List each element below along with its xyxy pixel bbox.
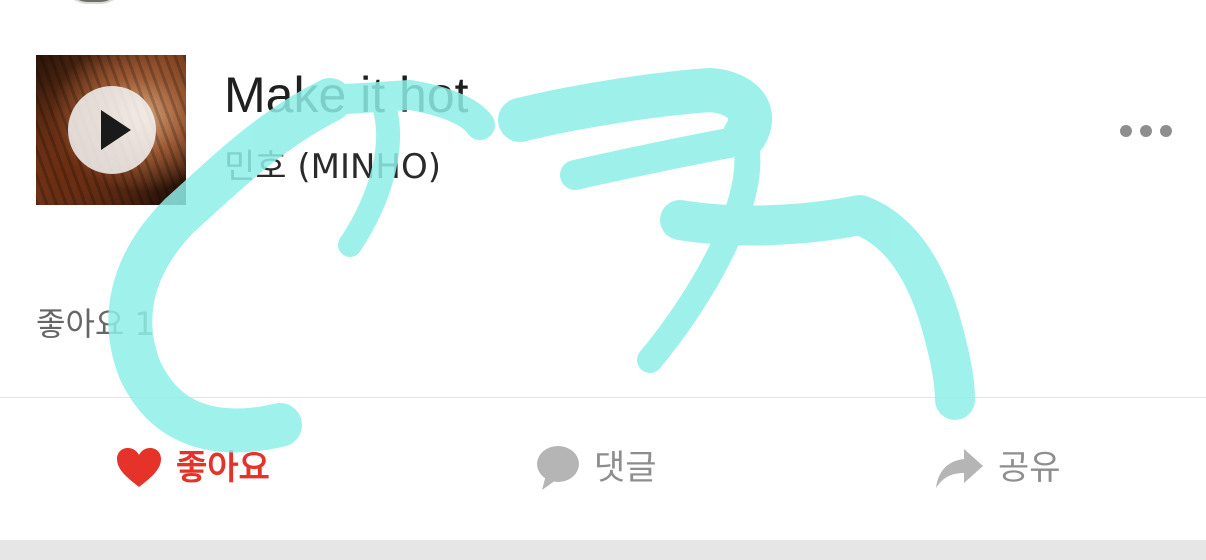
- share-button[interactable]: 공유: [934, 440, 1061, 496]
- play-button[interactable]: [68, 86, 156, 174]
- music-post-card: Make it hot 민호 (MINHO) 좋아요 1 좋아요 댓글 공유: [0, 0, 1206, 540]
- like-label: 좋아요: [176, 448, 270, 488]
- artist-name[interactable]: 민호 (MINHO): [224, 150, 441, 184]
- share-label: 공유: [998, 448, 1061, 488]
- likes-count[interactable]: 좋아요 1: [36, 308, 155, 340]
- play-icon: [101, 110, 131, 150]
- song-title[interactable]: Make it hot: [224, 70, 469, 120]
- more-options-icon: [1120, 125, 1172, 137]
- comment-button[interactable]: 댓글: [536, 440, 657, 496]
- album-art[interactable]: [36, 55, 186, 205]
- more-options-button[interactable]: [1118, 119, 1174, 143]
- heart-icon: [117, 448, 161, 487]
- comment-label: 댓글: [594, 448, 657, 488]
- like-button[interactable]: 좋아요: [116, 440, 270, 496]
- share-icon: [936, 449, 983, 488]
- comment-icon: [537, 446, 579, 490]
- divider: [0, 397, 1206, 398]
- bottom-separator-bar: [0, 540, 1206, 560]
